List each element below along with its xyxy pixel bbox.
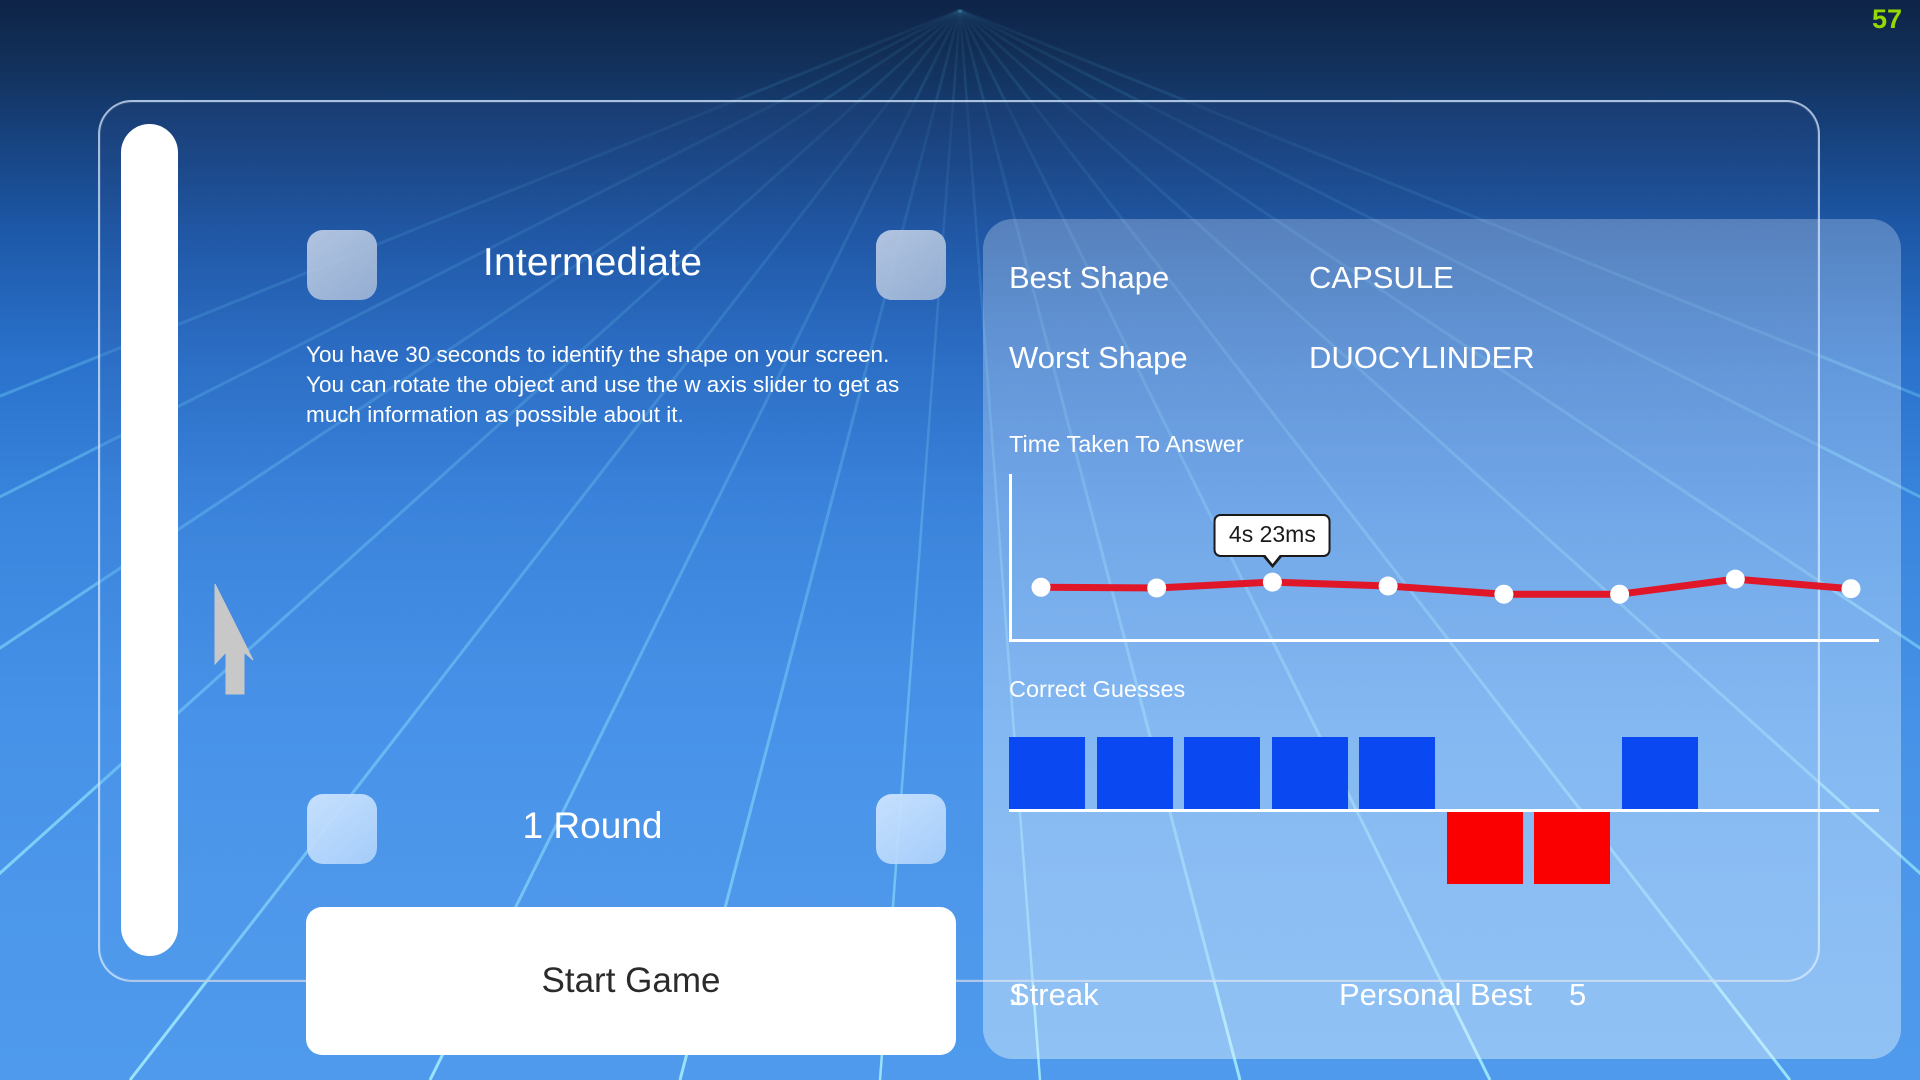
correct-guesses-title: Correct Guesses bbox=[1009, 676, 1186, 702]
correct-guess-bar bbox=[1621, 737, 1698, 809]
mouse-cursor-icon bbox=[214, 583, 254, 695]
worst-shape-row: Worst Shape DUOCYLINDER bbox=[1009, 340, 1879, 380]
settings-column: Intermediate You have 30 seconds to iden… bbox=[100, 102, 956, 1055]
wrong-guess-bar bbox=[1534, 812, 1610, 884]
menu-panel: Intermediate You have 30 seconds to iden… bbox=[98, 100, 1901, 1059]
correct-guess-bar bbox=[1096, 737, 1173, 809]
best-shape-row: Best Shape CAPSULE bbox=[1009, 260, 1879, 300]
time-chart-title: Time Taken To Answer bbox=[1009, 431, 1244, 457]
start-game-button[interactable]: Start Game bbox=[306, 907, 956, 1055]
worst-shape-value: DUOCYLINDER bbox=[1309, 340, 1535, 375]
worst-shape-label: Worst Shape bbox=[1009, 340, 1188, 375]
streak-row: Streak 1 Personal Best 5 bbox=[1009, 977, 1879, 1021]
next-difficulty-button[interactable] bbox=[876, 230, 946, 300]
personal-best-label: Personal Best bbox=[1339, 977, 1532, 1012]
difficulty-label: Intermediate bbox=[482, 241, 703, 284]
guesses-baseline bbox=[1009, 809, 1879, 812]
score-counter: 57 bbox=[1871, 4, 1902, 34]
correct-guess-bar bbox=[1184, 737, 1260, 809]
round-count-label: 1 Round bbox=[522, 805, 663, 846]
correct-guess-bar bbox=[1009, 737, 1085, 809]
streak-value: 1 bbox=[1009, 977, 1027, 1012]
correct-guesses-chart bbox=[1009, 714, 1879, 904]
data-point-tooltip: 4s 23ms bbox=[1213, 514, 1331, 569]
time-taken-chart: 4s 23ms bbox=[1009, 464, 1879, 650]
prev-difficulty-button[interactable] bbox=[307, 230, 377, 300]
decrease-rounds-button[interactable] bbox=[307, 794, 377, 864]
increase-rounds-button[interactable] bbox=[876, 794, 946, 864]
time-line-series bbox=[1031, 569, 1861, 604]
difficulty-description: You have 30 seconds to identify the shap… bbox=[306, 342, 900, 427]
personal-best-value: 5 bbox=[1569, 977, 1587, 1012]
best-shape-label: Best Shape bbox=[1009, 260, 1170, 295]
w-axis-slider[interactable] bbox=[121, 124, 178, 956]
wrong-guess-bar bbox=[1446, 812, 1523, 884]
game-screen: 57 Intermediate You have 30 seconds to i… bbox=[0, 0, 1920, 1080]
best-shape-value: CAPSULE bbox=[1309, 260, 1454, 295]
correct-guess-bar bbox=[1271, 737, 1348, 809]
stats-panel: Best Shape CAPSULE Worst Shape DUOCYLIND… bbox=[983, 219, 1901, 1059]
correct-guess-bar bbox=[1359, 737, 1435, 809]
